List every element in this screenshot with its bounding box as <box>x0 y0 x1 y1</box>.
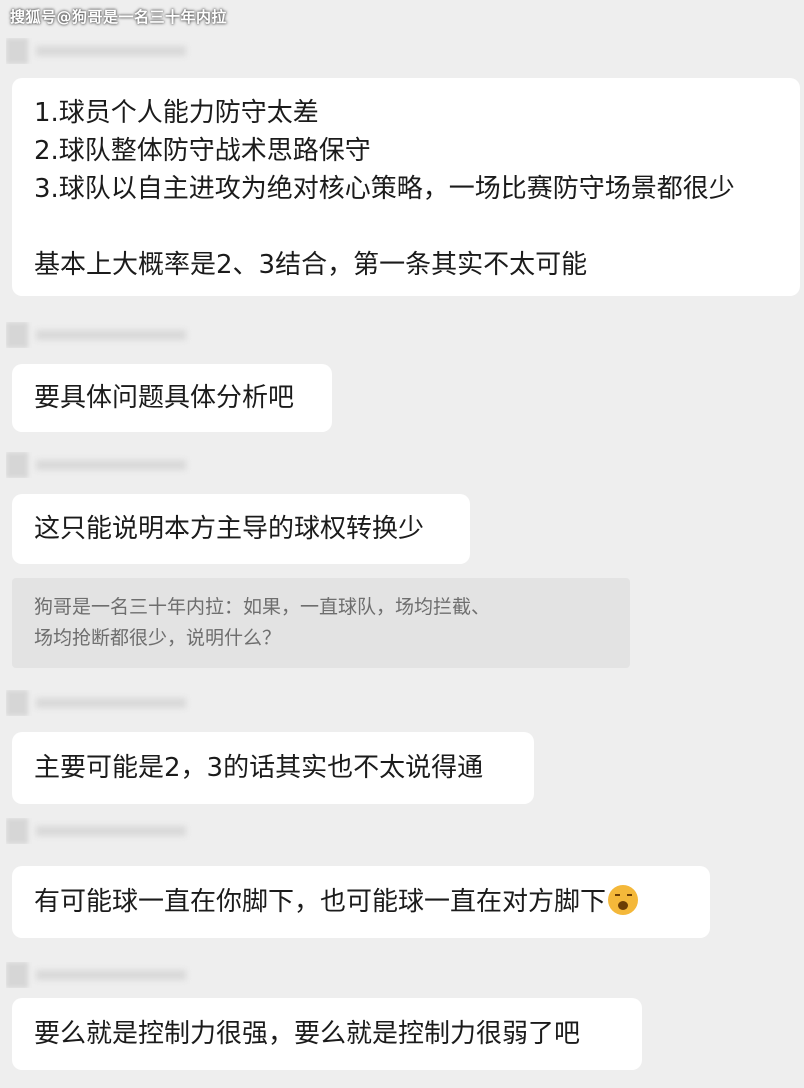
message-line: 这只能说明本方主导的球权转换少 <box>34 514 425 544</box>
avatar[interactable] <box>6 452 28 478</box>
avatar[interactable] <box>6 962 28 988</box>
message-line: 3.球队以自主进攻为绝对核心策略，一场比赛防守场景都很少 <box>34 174 735 204</box>
grimace-emoji-icon <box>608 885 639 915</box>
quoted-message[interactable]: 狗哥是一名三十年内拉：如果，一直球队，场均拦截、 场均抢断都很少，说明什么？ <box>12 578 630 668</box>
sender-name-blurred <box>36 460 186 470</box>
sender-name-blurred <box>36 970 186 980</box>
message-bubble[interactable]: 要具体问题具体分析吧 <box>12 364 332 432</box>
sender-name-blurred <box>36 698 186 708</box>
message-bubble[interactable]: 要么就是控制力很强，要么就是控制力很弱了吧 <box>12 998 642 1070</box>
quote-line: 狗哥是一名三十年内拉：如果，一直球队，场均拦截、 <box>34 596 491 618</box>
avatar[interactable] <box>6 322 28 348</box>
quote-line: 场均抢断都很少，说明什么？ <box>34 627 282 649</box>
message-bubble[interactable]: 有可能球一直在你脚下，也可能球一直在对方脚下 <box>12 866 710 938</box>
message-bubble[interactable]: 1.球员个人能力防守太差 2.球队整体防守战术思路保守 3.球队以自主进攻为绝对… <box>12 78 800 296</box>
avatar[interactable] <box>6 818 28 844</box>
avatar[interactable] <box>6 690 28 716</box>
message-line: 有可能球一直在你脚下，也可能球一直在对方脚下 <box>34 883 688 921</box>
sender-name-blurred <box>36 826 186 836</box>
message-line: 1.球员个人能力防守太差 <box>34 98 319 128</box>
message-line: 主要可能是2，3的话其实也不太说得通 <box>34 753 484 783</box>
avatar[interactable] <box>6 38 28 64</box>
sender-header <box>6 322 206 348</box>
message-bubble[interactable]: 这只能说明本方主导的球权转换少 <box>12 494 470 564</box>
sender-header <box>6 38 206 64</box>
sender-header <box>6 962 206 988</box>
watermark-text: 搜狐号@狗哥是一名三十年内拉 <box>10 8 228 26</box>
message-line: 要具体问题具体分析吧 <box>34 383 295 413</box>
sender-header <box>6 690 206 716</box>
message-line: 基本上大概率是2、3结合，第一条其实不太可能 <box>34 250 588 280</box>
message-line: 2.球队整体防守战术思路保守 <box>34 136 371 166</box>
message-text: 有可能球一直在你脚下，也可能球一直在对方脚下 <box>34 887 607 917</box>
sender-header <box>6 818 206 844</box>
sender-header <box>6 452 206 478</box>
sender-name-blurred <box>36 330 186 340</box>
sender-name-blurred <box>36 46 186 56</box>
message-line: 要么就是控制力很强，要么就是控制力很弱了吧 <box>34 1019 581 1049</box>
message-bubble[interactable]: 主要可能是2，3的话其实也不太说得通 <box>12 732 534 804</box>
